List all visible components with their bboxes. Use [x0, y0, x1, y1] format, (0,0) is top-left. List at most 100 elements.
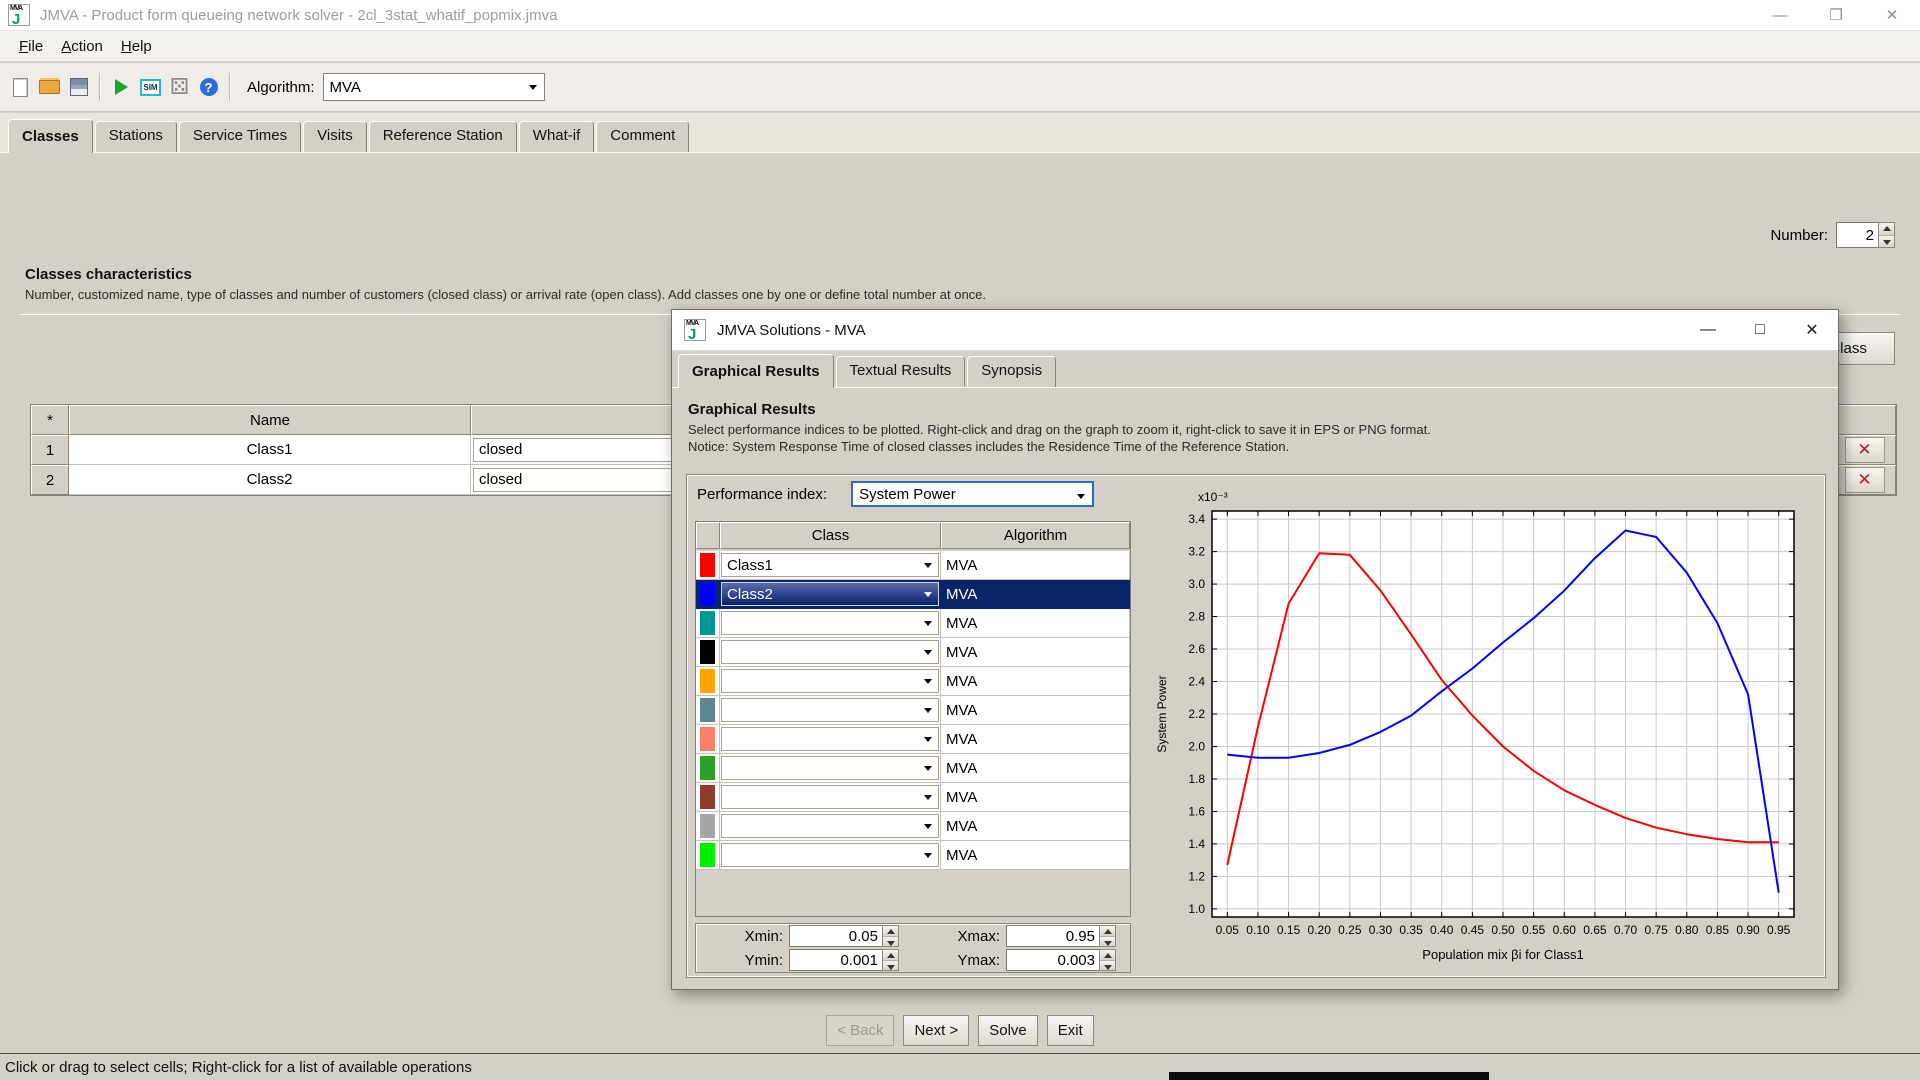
tab-visits[interactable]: Visits — [303, 121, 367, 152]
series-class-select[interactable] — [721, 611, 939, 635]
tab-comment[interactable]: Comment — [596, 121, 690, 152]
ymin-decrement[interactable] — [883, 960, 898, 970]
class-name-cell[interactable]: Class1 — [69, 435, 471, 465]
tab-stations[interactable]: Stations — [94, 121, 177, 152]
xmin-field: Xmin: 0.05 — [696, 925, 913, 947]
series-class-select[interactable]: Class1 — [721, 553, 939, 577]
series-class-select[interactable] — [721, 698, 939, 722]
chevron-down-icon — [1077, 494, 1086, 499]
tab-reference-station[interactable]: Reference Station — [368, 121, 517, 152]
series-algorithm-cell[interactable]: MVA — [941, 725, 1130, 754]
algorithm-select[interactable]: MVA — [322, 73, 545, 101]
xmax-value[interactable]: 0.95 — [1006, 925, 1099, 947]
series-class-select[interactable] — [721, 727, 939, 751]
xmin-decrement[interactable] — [883, 936, 898, 946]
new-document-icon[interactable] — [7, 74, 34, 101]
number-label: Number: — [1770, 226, 1828, 244]
ymax-value[interactable]: 0.003 — [1006, 949, 1099, 971]
series-color-swatch — [700, 611, 715, 635]
dialog-tab-synopsis[interactable]: Synopsis — [967, 356, 1057, 387]
class-number-value[interactable]: 2 — [1836, 222, 1878, 248]
menu-file[interactable]: File — [10, 34, 52, 59]
dialog-minimize-button[interactable]: — — [1682, 310, 1734, 350]
series-algorithm-cell[interactable]: MVA — [941, 580, 1130, 609]
dialog-maximize-button[interactable]: □ — [1734, 310, 1786, 350]
svg-text:2.6: 2.6 — [1188, 642, 1205, 656]
series-class-select[interactable]: Class2 — [721, 582, 939, 606]
series-class-select[interactable] — [721, 756, 939, 780]
xmin-value[interactable]: 0.05 — [789, 925, 882, 947]
series-color-cell — [696, 609, 720, 638]
ymax-increment[interactable] — [1100, 950, 1115, 961]
series-class-select[interactable] — [721, 814, 939, 838]
xmax-label: Xmax: — [957, 927, 1000, 945]
screen: JMVA - Product form queueing network sol… — [0, 0, 1920, 1080]
dialog-tab-graphical-results[interactable]: Graphical Results — [678, 354, 834, 388]
run-icon[interactable] — [108, 74, 135, 101]
exit-button[interactable]: Exit — [1046, 1015, 1094, 1046]
series-algorithm-cell[interactable]: MVA — [941, 638, 1130, 667]
menu-help[interactable]: Help — [112, 34, 161, 59]
series-class-select[interactable] — [721, 785, 939, 809]
series-color-swatch — [700, 553, 715, 577]
plot-table-header-0 — [696, 522, 720, 549]
class-number-decrement[interactable] — [1879, 235, 1894, 247]
series-class-cell — [720, 609, 941, 638]
minimize-button[interactable]: — — [1752, 0, 1808, 30]
dialog-tabbar: Graphical Results Textual Results Synopsis — [672, 351, 1838, 388]
tab-classes[interactable]: Classes — [8, 119, 93, 153]
random-icon[interactable] — [166, 74, 193, 101]
ymin-value[interactable]: 0.001 — [789, 949, 882, 971]
classes-heading: Classes characteristics — [25, 266, 192, 283]
series-class-select[interactable] — [721, 843, 939, 867]
delete-class-button[interactable]: ✕ — [1844, 467, 1885, 493]
app-mva-icon — [8, 4, 30, 28]
solve-button[interactable]: Solve — [978, 1015, 1038, 1046]
ymin: 0.001 — [789, 949, 899, 971]
class-number-increment[interactable] — [1879, 223, 1894, 236]
plot-table-header-1: Class — [720, 522, 941, 549]
series-algorithm-cell[interactable]: MVA — [941, 551, 1130, 580]
save-icon[interactable] — [65, 74, 92, 101]
series-algorithm-cell[interactable]: MVA — [941, 841, 1130, 870]
delete-class-button[interactable]: ✕ — [1844, 437, 1885, 463]
svg-text:3.0: 3.0 — [1188, 577, 1205, 591]
ymax-decrement[interactable] — [1100, 960, 1115, 970]
series-algorithm-cell[interactable]: MVA — [941, 754, 1130, 783]
performance-index-select[interactable]: System Power — [851, 481, 1095, 507]
dialog-titlebar: JMVA Solutions - MVA —□✕ — [672, 310, 1838, 351]
back-button[interactable]: < Back — [826, 1015, 895, 1046]
results-chart[interactable]: 0.05 0.10 0.15 0.20 0.25 0.30 0.35 0.40 0.45 0.50… — [1154, 485, 1814, 975]
help-icon[interactable] — [195, 74, 222, 101]
xmin-increment[interactable] — [883, 926, 898, 937]
tab-service-times[interactable]: Service Times — [178, 121, 302, 152]
svg-text:0.85: 0.85 — [1706, 923, 1730, 937]
series-class-cell — [720, 812, 941, 841]
series-algorithm-cell[interactable]: MVA — [941, 667, 1130, 696]
series-algorithm-cell[interactable]: MVA — [941, 812, 1130, 841]
close-button[interactable]: ✕ — [1864, 0, 1920, 30]
series-algorithm-cell[interactable]: MVA — [941, 609, 1130, 638]
series-class-select[interactable] — [721, 640, 939, 664]
series-color-swatch — [700, 640, 715, 664]
restore-button[interactable]: ❐ — [1808, 0, 1864, 30]
dialog-close-button[interactable]: ✕ — [1786, 310, 1838, 350]
menu-action[interactable]: Action — [52, 34, 112, 59]
dialog-tab-textual-results[interactable]: Textual Results — [835, 356, 966, 387]
xmax-increment[interactable] — [1100, 926, 1115, 937]
series-class-select[interactable] — [721, 669, 939, 693]
svg-text:0.30: 0.30 — [1369, 923, 1393, 937]
tab-what-if[interactable]: What-if — [518, 121, 595, 152]
class-name-cell[interactable]: Class2 — [69, 465, 471, 495]
status-bar: Click or drag to select cells; Right-cli… — [0, 1053, 1920, 1080]
series-color-cell — [696, 696, 720, 725]
sim-icon[interactable] — [137, 74, 164, 101]
dialog-title: JMVA Solutions - MVA — [717, 321, 866, 339]
ymax-label: Ymax: — [957, 951, 1000, 969]
open-folder-icon[interactable] — [36, 74, 63, 101]
ymin-increment[interactable] — [883, 950, 898, 961]
series-algorithm-cell[interactable]: MVA — [941, 696, 1130, 725]
next-button[interactable]: Next > — [903, 1015, 970, 1046]
xmax-decrement[interactable] — [1100, 936, 1115, 946]
series-algorithm-cell[interactable]: MVA — [941, 783, 1130, 812]
